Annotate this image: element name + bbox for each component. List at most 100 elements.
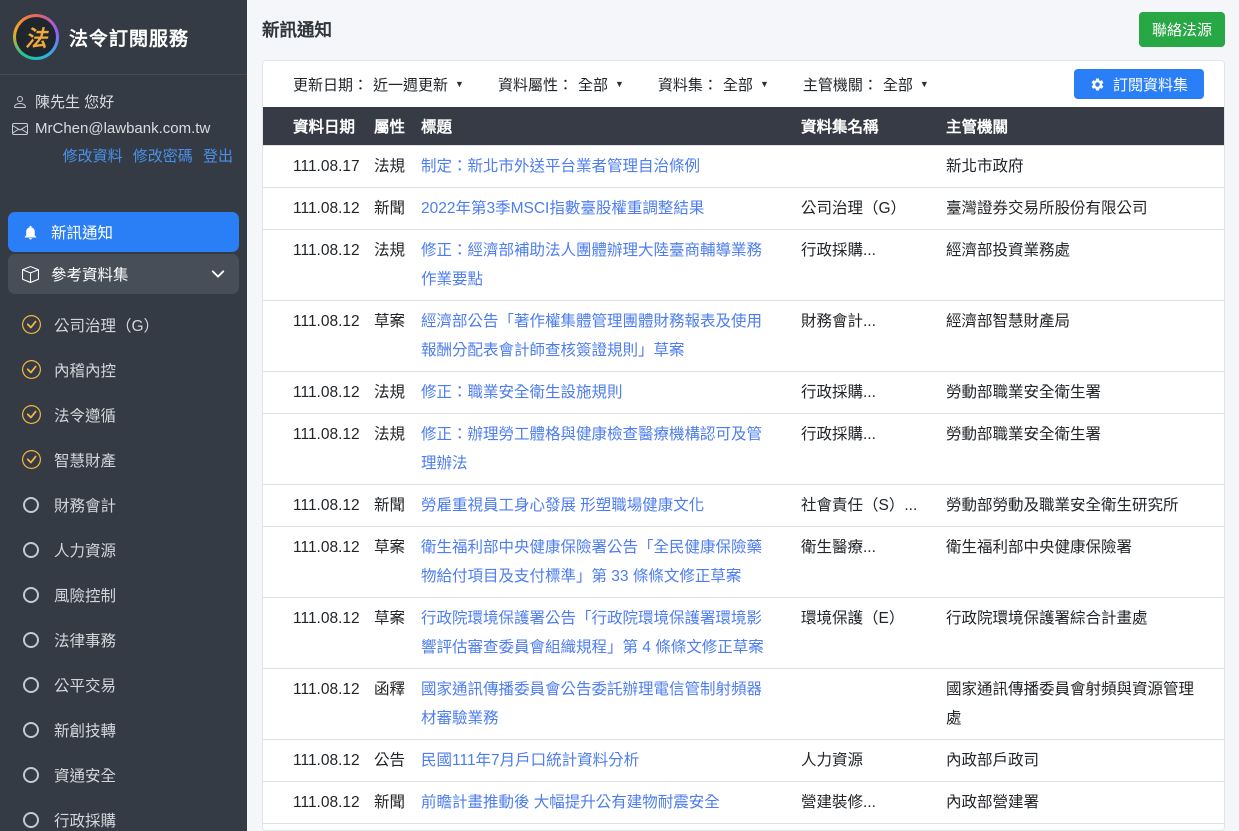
news-title-link[interactable]: 修正：辦理勞工體格與健康檢查醫療機構認可及管理辦法 <box>421 426 762 472</box>
sidebar-subitem[interactable]: 行政採購 <box>8 797 239 831</box>
cell-attr: 法規 <box>374 371 421 413</box>
sidebar-subitem[interactable]: 資通安全 <box>8 752 239 797</box>
filter-selected-value: 全部 <box>723 74 753 95</box>
sidebar-item-news[interactable]: 新訊通知 <box>8 212 239 252</box>
filter-dropdown[interactable]: 資料集： 全部 ▼ <box>658 74 769 95</box>
chevron-down-icon <box>211 267 225 281</box>
filter-bar: 更新日期： 近一週更新 ▼ 資料屬性： 全部 ▼ 資料集： 全部 ▼ 主管機關：… <box>263 61 1224 107</box>
cell-agency: 勞動部職業安全衛生署 <box>946 371 1224 413</box>
sidebar-subitem-label: 新創技轉 <box>54 719 116 741</box>
cell-date: 111.08.12 <box>263 229 374 300</box>
circle-icon <box>23 497 39 513</box>
sidebar-subitem-label: 風險控制 <box>54 584 116 606</box>
user-action-link[interactable]: 登出 <box>203 148 233 165</box>
news-title-link[interactable]: 國家通訊傳播委員會公告委託辦理電信管制射頻器材審驗業務 <box>421 681 762 727</box>
cell-attr: 法規 <box>374 823 421 831</box>
circle-icon <box>23 812 39 828</box>
user-action-link[interactable]: 修改資料 <box>63 148 123 165</box>
cell-agency: 內政部戶政司 <box>946 739 1224 781</box>
sidebar: 法 法令訂閱服務 陳先生 您好 MrChen@lawbank.com.tw 修改… <box>0 0 247 831</box>
sidebar-subitem[interactable]: 法令遵循 <box>8 392 239 437</box>
news-title-link[interactable]: 衛生福利部中央健康保險署公告「全民健康保險藥物給付項目及支付標準」第 33 條條… <box>421 539 762 585</box>
filter-dropdown[interactable]: 主管機關： 全部 ▼ <box>803 74 929 95</box>
cell-agency: 新北市政府 <box>946 145 1224 187</box>
cell-dataset: 行政採購... <box>801 413 946 484</box>
cell-dataset <box>801 145 946 187</box>
col-header-agency: 主管機關 <box>946 107 1224 145</box>
content-card: 更新日期： 近一週更新 ▼ 資料屬性： 全部 ▼ 資料集： 全部 ▼ 主管機關：… <box>262 60 1225 831</box>
cell-date: 111.08.12 <box>263 526 374 597</box>
box-icon <box>22 266 39 283</box>
cell-date: 111.08.12 <box>263 823 374 831</box>
sidebar-subitem[interactable]: 公平交易 <box>8 662 239 707</box>
sidebar-item-datasets[interactable]: 參考資料集 <box>8 254 239 294</box>
cell-agency: 國立臺灣圖書館 <box>946 823 1224 831</box>
sidebar-subitem[interactable]: 法律事務 <box>8 617 239 662</box>
user-email: MrChen@lawbank.com.tw <box>35 120 210 137</box>
cell-dataset: 環境保護（E） <box>801 597 946 668</box>
user-email-row: MrChen@lawbank.com.tw <box>12 120 233 137</box>
cell-attr: 法規 <box>374 229 421 300</box>
sidebar-subitem[interactable]: 智慧財產 <box>8 437 239 482</box>
sidebar-subitem-label: 法律事務 <box>54 629 116 651</box>
cell-attr: 法規 <box>374 145 421 187</box>
circle-icon <box>23 587 39 603</box>
col-header-title: 標題 <box>421 107 801 145</box>
user-greeting-row: 陳先生 您好 <box>12 91 233 112</box>
sidebar-subitem[interactable]: 公司治理（G） <box>8 302 239 347</box>
sidebar-subitem[interactable]: 內稽內控 <box>8 347 239 392</box>
table-row: 111.08.12 法規 修正：職業安全衛生設施規則 行政採購... 勞動部職業… <box>263 371 1224 413</box>
cell-attr: 新聞 <box>374 484 421 526</box>
user-action-link[interactable]: 修改密碼 <box>133 148 193 165</box>
news-title-link[interactable]: 民國111年7月戶口統計資料分析 <box>421 752 639 769</box>
cell-agency: 經濟部智慧財產局 <box>946 300 1224 371</box>
circle-icon <box>23 632 39 648</box>
filter-dropdown[interactable]: 更新日期： 近一週更新 ▼ <box>293 74 464 95</box>
app-logo-icon: 法 <box>13 14 59 60</box>
subscribe-datasets-button[interactable]: 訂閱資料集 <box>1074 69 1204 99</box>
news-title-link[interactable]: 前瞻計畫推動後 大幅提升公有建物耐震安全 <box>421 794 720 811</box>
cell-date: 111.08.12 <box>263 739 374 781</box>
sidebar-subitem[interactable]: 財務會計 <box>8 482 239 527</box>
contact-lawsource-button[interactable]: 聯絡法源 <box>1139 12 1225 47</box>
news-title-link[interactable]: 勞雇重視員工身心發展 形塑職場健康文化 <box>421 497 704 514</box>
sidebar-subitem[interactable]: 人力資源 <box>8 527 239 572</box>
sidebar-subitem-label: 財務會計 <box>54 494 116 516</box>
news-title-link[interactable]: 經濟部公告「著作權集體管理團體財務報表及使用報酬分配表會計師查核簽證規則」草案 <box>421 313 762 359</box>
sidebar-subitem-label: 內稽內控 <box>54 359 116 381</box>
app-logo-glyph: 法 <box>16 17 56 57</box>
filter-selected-value: 全部 <box>578 74 608 95</box>
news-title-link[interactable]: 修正：經濟部補助法人團體辦理大陸臺商輔導業務作業要點 <box>421 242 762 288</box>
news-title-link[interactable]: 制定：新北市外送平台業者管理自治條例 <box>421 158 700 175</box>
check-circle-icon <box>22 450 41 469</box>
col-header-date: 資料日期 <box>263 107 374 145</box>
filter-label: 主管機關： <box>803 74 878 95</box>
cell-dataset: 人力資源 <box>801 739 946 781</box>
news-title-link[interactable]: 2022年第3季MSCI指數臺股權重調整結果 <box>421 200 704 217</box>
table-row: 111.08.12 法規 修正：辦理勞工體格與健康檢查醫療機構認可及管理辦法 行… <box>263 413 1224 484</box>
brand-header: 法 法令訂閱服務 <box>0 0 247 75</box>
caret-down-icon: ▼ <box>615 79 624 89</box>
news-title-link[interactable]: 行政院環境保護署公告「行政院環境保護署環境影響評估審查委員會組織規程」第 4 條… <box>421 610 764 656</box>
cell-date: 111.08.12 <box>263 597 374 668</box>
filter-label: 資料集： <box>658 74 718 95</box>
sidebar-submenu: 公司治理（G） 內稽內控 法令遵循 智慧財產 財務會計 人力資源 風險控制 法律… <box>8 302 239 831</box>
cell-agency: 國家通訊傳播委員會射頻與資源管理處 <box>946 668 1224 739</box>
sidebar-subitem-label: 公平交易 <box>54 674 116 696</box>
cell-agency: 經濟部投資業務處 <box>946 229 1224 300</box>
filter-dropdown[interactable]: 資料屬性： 全部 ▼ <box>498 74 624 95</box>
subscribe-button-label: 訂閱資料集 <box>1113 74 1188 95</box>
sidebar-subitem[interactable]: 新創技轉 <box>8 707 239 752</box>
user-greeting: 陳先生 您好 <box>35 91 114 112</box>
sidebar-subitem-label: 智慧財產 <box>54 449 116 471</box>
caret-down-icon: ▼ <box>920 79 929 89</box>
cell-dataset: 公司治理（G） <box>801 187 946 229</box>
main-content: 新訊通知 聯絡法源 更新日期： 近一週更新 ▼ 資料屬性： 全部 ▼ 資料集： … <box>247 0 1239 831</box>
cell-dataset: 衛生醫療... <box>801 526 946 597</box>
sidebar-subitem[interactable]: 風險控制 <box>8 572 239 617</box>
cell-date: 111.08.17 <box>263 145 374 187</box>
news-title-link[interactable]: 修正：職業安全衛生設施規則 <box>421 384 623 401</box>
cell-dataset: 社會責任（S）... <box>801 484 946 526</box>
cell-attr: 法規 <box>374 413 421 484</box>
app-title: 法令訂閱服務 <box>69 24 189 51</box>
